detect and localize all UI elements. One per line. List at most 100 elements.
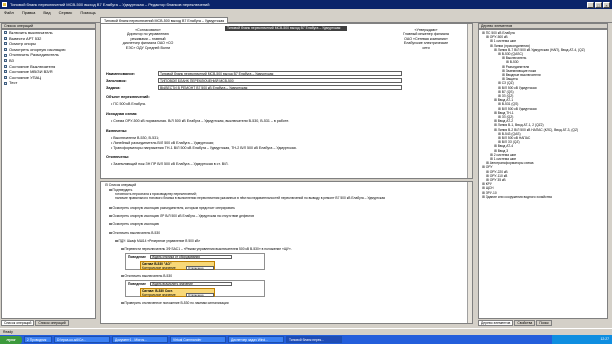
op-text: Осмотреть опорную изоляцию ЛР В/Л 500 кВ… bbox=[112, 214, 255, 218]
operation-icon bbox=[4, 31, 7, 35]
tab-properties[interactable]: Свойства bbox=[514, 320, 536, 326]
op-row[interactable]: Проверить отключенное положение В-530 по… bbox=[121, 301, 229, 305]
menu-view[interactable]: Вид bbox=[43, 9, 50, 16]
section-initial-scheme: Исходная схема: bbox=[106, 112, 138, 116]
doc-scrollbar[interactable] bbox=[467, 24, 472, 178]
enabled-item-text: Линейный разъединитель В/Л 500 кВ Елабуг… bbox=[113, 141, 214, 145]
taskbar-item[interactable]: D:\ерса-ко-ы6\Сл... bbox=[54, 336, 110, 343]
oplist-header-text: Список операций bbox=[108, 183, 137, 187]
taskbar-item-active[interactable]: Типовой бланк перек... bbox=[286, 336, 342, 343]
app-icon bbox=[2, 2, 7, 7]
menu-help[interactable]: Помощь bbox=[80, 9, 95, 16]
taskbar: пуск 2 Проводник D:\ерса-ко-ы6\Сл... Док… bbox=[0, 335, 612, 344]
oplist-header: ⊟ Список операций bbox=[105, 183, 137, 187]
operation-label: Тест bbox=[9, 80, 18, 86]
menu-file[interactable]: Файл bbox=[4, 9, 14, 16]
op-row[interactable]: Отключить выключатель В-530 bbox=[121, 274, 172, 278]
section-enabled: Включены: bbox=[106, 129, 128, 133]
op-row[interactable]: Перевести переключатель 3Ф SAC1 – «Режим… bbox=[121, 247, 292, 251]
operation-tree-pane: ⊟ Список операций Подтвердить готовность… bbox=[100, 181, 473, 324]
enabled-item: • Трансформаторы напряжения ТН-1 В/Л 500… bbox=[111, 146, 297, 150]
field-name: Наименование: Типовой бланк переключений… bbox=[106, 71, 402, 76]
operation-list-panel: Включить выключатель Вывести АРТ 532 Осмот… bbox=[1, 29, 96, 319]
op-text: Осмотреть опорную изоляцию разъединителя… bbox=[112, 206, 236, 210]
section-disabled: Отключены: bbox=[106, 155, 130, 159]
control-value-label: Контрольное значение bbox=[142, 266, 176, 270]
operation-icon bbox=[4, 76, 7, 80]
menu-bar: Файл Правка Вид Сервис Помощь bbox=[0, 9, 612, 16]
minimize-button[interactable]: _ bbox=[587, 1, 594, 8]
op-row[interactable]: Отключить выключатель В-530 bbox=[109, 231, 160, 235]
task-input[interactable]: ВЫВЕСТИ В РЕМОНТ В7 500 кВ Елабуга – Удм… bbox=[158, 85, 402, 90]
scheme-item: • Схема ОРУ-500 кВ нормальная. В/Л 500 к… bbox=[111, 119, 290, 123]
enabled-item-text: Трансформаторы напряжения ТН-1 В/Л 500 к… bbox=[113, 146, 297, 150]
op-text: ПДУ: Шкаф МШ14 «Резервное управление В 5… bbox=[118, 239, 201, 243]
operation-icon bbox=[4, 53, 7, 57]
field-label: Заголовок: bbox=[106, 78, 127, 83]
control-value-select[interactable]: Отключено bbox=[186, 292, 214, 297]
expand-toggle-icon[interactable] bbox=[121, 247, 124, 251]
op-row[interactable]: Осмотреть опорную изоляцию bbox=[109, 222, 159, 226]
taskbar-item[interactable]: Virtual Commander bbox=[170, 336, 226, 343]
section-object: Объект переключений: bbox=[106, 95, 150, 99]
menu-service[interactable]: Сервис bbox=[59, 9, 73, 16]
op-row[interactable]: ПДУ: Шкаф МШ14 «Резервное управление В 5… bbox=[115, 239, 200, 243]
taskbar-item[interactable]: 2 Проводник bbox=[24, 336, 52, 343]
start-button[interactable]: пуск bbox=[0, 335, 22, 344]
field-label: Наименование: bbox=[106, 71, 136, 76]
caption-input[interactable]: ТИПОВОЙ БЛАНК ПЕРЕКЛЮЧЕНИЙ МСВ-500 bbox=[158, 78, 402, 83]
behavior-card: Поведение Ждать вычислить значение Сигна… bbox=[125, 280, 265, 297]
op-text: Проверить отключенное положение В-530 по… bbox=[124, 301, 229, 305]
tree-node[interactable]: ⊞ Здание или сооружения водного хозяйств… bbox=[482, 195, 552, 199]
system-tray-clock: 12:27 bbox=[552, 335, 612, 344]
tab-element-tree[interactable]: Дерево элементов bbox=[478, 320, 514, 326]
scheme-item-text: Схема ОРУ-500 кВ нормальная. В/Л 500 кВ … bbox=[113, 119, 290, 123]
op-row[interactable]: Осмотреть опорную изоляцию разъединителя… bbox=[109, 206, 235, 210]
maximize-button[interactable]: □ bbox=[595, 1, 602, 8]
op-row[interactable]: Осмотреть опорную изоляцию ЛР В/Л 500 кВ… bbox=[109, 214, 254, 218]
expand-toggle-icon[interactable] bbox=[109, 188, 112, 192]
approved-block: «Утверждаю» Главный инженер филиала ОАО … bbox=[386, 28, 466, 50]
menu-edit[interactable]: Правка bbox=[22, 9, 36, 16]
close-button[interactable]: × bbox=[603, 1, 610, 8]
tree-node[interactable]: ⊞ Автотрансформаторы схема bbox=[486, 161, 533, 165]
agreed-line: ЕЭС» ОДУ Средней Волги bbox=[125, 45, 171, 50]
signal-box: Сигнал: В-530 Сост. Контрольное значение… bbox=[140, 287, 215, 297]
window-titlebar: Типовой бланк переключений МСВ-500 выход… bbox=[0, 0, 612, 9]
operation-label: Отключить Разъединитель bbox=[9, 52, 59, 58]
right-panel-tabs: Дерево элементов Свойства Поиск bbox=[478, 320, 608, 326]
expand-toggle-icon[interactable] bbox=[109, 222, 112, 226]
op-text: Отключить выключатель В-530 bbox=[124, 274, 173, 278]
expand-toggle-icon[interactable] bbox=[115, 239, 118, 243]
expand-toggle-icon[interactable] bbox=[109, 206, 112, 210]
expand-toggle-icon[interactable] bbox=[109, 231, 112, 235]
behavior-dropdown[interactable]: Ждать отклика от оборудования bbox=[150, 255, 232, 260]
field-task: Задача: ВЫВЕСТИ В РЕМОНТ В7 500 кВ Елабу… bbox=[106, 85, 402, 90]
op-text: Отключить выключатель В-530 bbox=[112, 231, 161, 235]
operation-icon bbox=[4, 36, 7, 40]
name-input[interactable]: Типовой бланк переключений МСВ-500 выход… bbox=[158, 71, 402, 76]
taskbar-item[interactable]: Диспетчер задач Wind... bbox=[228, 336, 284, 343]
element-tree-panel: ⊞ ПС 500 кВ Елабуга ⊞ ОРУ-500 кВ ⊞ 1 систе… bbox=[478, 29, 608, 319]
document-title-bar: Типовой бланк переключений МСВ-500 выход… bbox=[225, 26, 347, 31]
tab-operations-2[interactable]: Список операций bbox=[35, 320, 69, 326]
expand-toggle-icon[interactable] bbox=[121, 301, 124, 305]
behavior-card: Поведение Ждать отклика от оборудования … bbox=[125, 253, 265, 270]
tab-search[interactable]: Поиск bbox=[536, 320, 552, 326]
oplist-scrollbar[interactable] bbox=[467, 182, 472, 323]
tab-operations-1[interactable]: Список операций bbox=[1, 320, 35, 326]
status-bar: Ready bbox=[0, 328, 612, 334]
field-caption: Заголовок: ТИПОВОЙ БЛАНК ПЕРЕКЛЮЧЕНИЙ МС… bbox=[106, 78, 402, 83]
expand-toggle-icon[interactable] bbox=[121, 274, 124, 278]
behavior-dropdown[interactable]: Ждать вычислить значение bbox=[150, 282, 232, 287]
op-text: Перевести переключатель 3Ф SAC1 – «Режим… bbox=[124, 247, 292, 251]
op-row[interactable]: наличие правильного типового бланка в вы… bbox=[115, 196, 385, 200]
signal-box: Сигнал В-530 "АО" Контрольное значение О… bbox=[140, 260, 215, 270]
taskbar-item[interactable]: Документ1 - Micros... bbox=[112, 336, 168, 343]
object-item: • ПС 500 кВ Елабуга. bbox=[111, 102, 146, 106]
operation-list-item[interactable]: Тест bbox=[2, 80, 95, 86]
control-value-select[interactable]: Отключено bbox=[186, 265, 214, 270]
operation-icon bbox=[4, 48, 7, 52]
expand-toggle-icon[interactable] bbox=[109, 214, 112, 218]
enabled-item-text: Выключатели В-530, В-531; bbox=[113, 136, 160, 140]
